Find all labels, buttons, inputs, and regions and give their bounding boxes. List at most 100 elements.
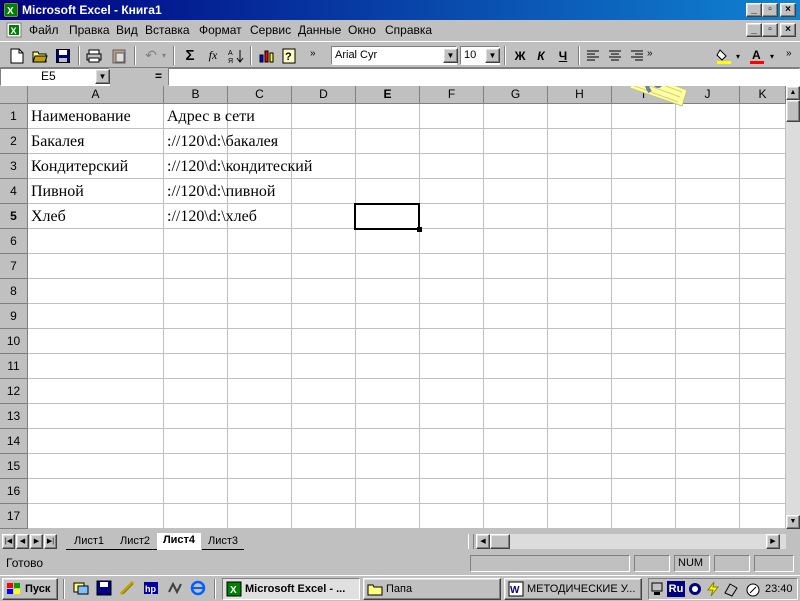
tab-list2[interactable]: Лист2: [112, 534, 158, 550]
row-header-10[interactable]: 10: [0, 329, 28, 354]
horizontal-scrollbar[interactable]: ◀ ▶: [476, 534, 786, 549]
font-color-icon[interactable]: A: [746, 45, 768, 66]
align-right-icon[interactable]: [626, 45, 648, 66]
row-header-5[interactable]: 5: [0, 204, 28, 229]
row-header-15[interactable]: 15: [0, 454, 28, 479]
cell-a3[interactable]: Кондитерский: [28, 154, 164, 179]
tab-list1[interactable]: Лист1: [66, 534, 112, 550]
tray-app-icon[interactable]: [723, 581, 739, 597]
workbook-icon[interactable]: X: [6, 22, 22, 38]
name-box[interactable]: E5: [0, 68, 110, 86]
column-header-f[interactable]: F: [420, 86, 484, 104]
quicklaunch-icon[interactable]: [116, 577, 138, 598]
help-icon[interactable]: ?: [279, 45, 301, 66]
bold-button[interactable]: Ж: [509, 45, 531, 66]
tab-list3[interactable]: Лист3: [202, 534, 244, 550]
vertical-scrollbar[interactable]: ▲ ▼: [786, 86, 800, 529]
column-header-k[interactable]: K: [740, 86, 786, 104]
quicklaunch-icon[interactable]: [164, 577, 186, 598]
row-header-14[interactable]: 14: [0, 429, 28, 454]
row-header-3[interactable]: 3: [0, 154, 28, 179]
cell-b4[interactable]: ://120\d:\пивной: [164, 179, 356, 204]
font-name-select[interactable]: Arial Cyr: [331, 46, 457, 65]
fill-color-icon[interactable]: [713, 45, 735, 66]
row-header-11[interactable]: 11: [0, 354, 28, 379]
quicklaunch-icon[interactable]: [93, 577, 115, 598]
formula-input[interactable]: [168, 68, 800, 86]
quicklaunch-icon[interactable]: [70, 577, 92, 598]
minimize-button[interactable]: _: [746, 3, 762, 17]
column-header-b[interactable]: B: [164, 86, 228, 104]
italic-button[interactable]: К: [530, 45, 552, 66]
cell-a1[interactable]: Наименование: [28, 104, 164, 129]
underline-button[interactable]: Ч: [552, 45, 574, 66]
toolbar-more-icon[interactable]: »: [310, 48, 316, 59]
task-folder[interactable]: Папа: [363, 578, 501, 600]
font-name-dropdown-icon[interactable]: ▼: [443, 48, 458, 63]
function-wizard-icon[interactable]: fx: [202, 45, 224, 66]
menu-edit[interactable]: Правка: [69, 23, 110, 37]
quicklaunch-icon[interactable]: hp: [140, 577, 162, 598]
row-header-7[interactable]: 7: [0, 254, 28, 279]
row-header-1[interactable]: 1: [0, 104, 28, 129]
last-sheet-icon[interactable]: ▶|: [44, 534, 57, 549]
row-header-9[interactable]: 9: [0, 304, 28, 329]
tray-language-indicator[interactable]: Ru: [667, 581, 685, 597]
sort-ascending-icon[interactable]: AЯ: [225, 45, 247, 66]
align-center-icon[interactable]: [604, 45, 626, 66]
fill-handle[interactable]: [417, 227, 422, 232]
start-button[interactable]: Пуск: [2, 578, 58, 600]
autosum-icon[interactable]: Σ: [179, 45, 201, 66]
cell-a4[interactable]: Пивной: [28, 179, 164, 204]
fill-color-dropdown-icon[interactable]: ▾: [736, 52, 740, 61]
close-button[interactable]: ×: [780, 3, 796, 17]
doc-minimize-button[interactable]: _: [746, 23, 762, 37]
tray-app-icon[interactable]: [745, 582, 761, 598]
doc-restore-button[interactable]: ▫: [762, 23, 778, 37]
scroll-right-icon[interactable]: ▶: [766, 534, 780, 549]
scroll-left-icon[interactable]: ◀: [476, 534, 490, 549]
tray-network-icon[interactable]: [651, 581, 665, 597]
undo-icon[interactable]: ↶: [140, 45, 162, 66]
toolbar-more-icon[interactable]: »: [647, 48, 653, 59]
menu-help[interactable]: Справка: [385, 23, 432, 37]
active-cell-selection[interactable]: [354, 203, 420, 230]
scroll-thumb[interactable]: [786, 100, 800, 122]
task-word[interactable]: W МЕТОДИЧЕСКИЕ У...: [504, 578, 642, 600]
name-box-dropdown-icon[interactable]: ▼: [95, 69, 110, 84]
menu-file[interactable]: Файл: [29, 23, 59, 37]
font-size-dropdown-icon[interactable]: ▼: [485, 48, 500, 63]
row-header-12[interactable]: 12: [0, 379, 28, 404]
row-header-13[interactable]: 13: [0, 404, 28, 429]
chart-wizard-icon[interactable]: [256, 45, 278, 66]
menu-insert[interactable]: Вставка: [145, 23, 190, 37]
cell-b1[interactable]: Адрес в сети: [164, 104, 356, 129]
cell-b5[interactable]: ://120\d:\хлеб: [164, 204, 356, 229]
restore-button[interactable]: ▫: [762, 3, 778, 17]
first-sheet-icon[interactable]: |◀: [2, 534, 15, 549]
tray-volume-icon[interactable]: [687, 581, 703, 597]
column-header-g[interactable]: G: [484, 86, 548, 104]
cell-a5[interactable]: Хлеб: [28, 204, 164, 229]
scroll-down-icon[interactable]: ▼: [786, 515, 800, 529]
doc-close-button[interactable]: ×: [780, 23, 796, 37]
print-icon[interactable]: [83, 45, 105, 66]
scroll-up-icon[interactable]: ▲: [786, 86, 800, 100]
column-header-a[interactable]: A: [28, 86, 164, 104]
font-color-dropdown-icon[interactable]: ▾: [770, 52, 774, 61]
cell-a2[interactable]: Бакалея: [28, 129, 164, 154]
align-left-icon[interactable]: [582, 45, 604, 66]
menu-view[interactable]: Вид: [116, 23, 138, 37]
paste-icon[interactable]: [108, 45, 130, 66]
open-folder-icon[interactable]: [29, 45, 51, 66]
tray-power-icon[interactable]: [705, 581, 721, 597]
column-header-d[interactable]: D: [292, 86, 356, 104]
menu-format[interactable]: Формат: [199, 23, 242, 37]
new-file-icon[interactable]: [6, 45, 28, 66]
office-assistant-clippy[interactable]: [612, 86, 702, 114]
column-header-e[interactable]: E: [356, 86, 420, 104]
hscroll-thumb[interactable]: [490, 534, 510, 549]
toolbar-more-icon[interactable]: »: [786, 48, 792, 59]
tab-list4[interactable]: Лист4: [157, 533, 201, 550]
row-header-17[interactable]: 17: [0, 504, 28, 529]
